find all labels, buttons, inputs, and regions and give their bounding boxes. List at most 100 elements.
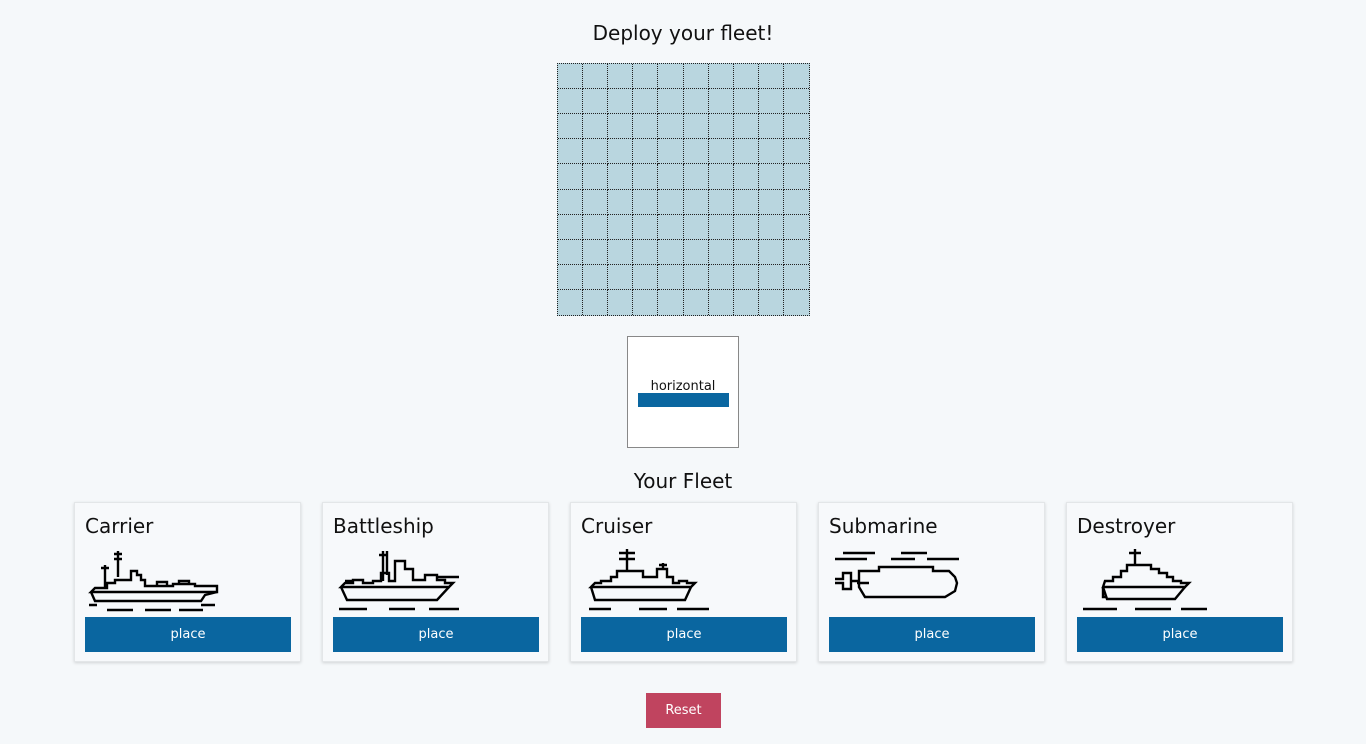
board-cell[interactable] [608,289,634,315]
board-cell[interactable] [583,189,609,215]
board-cell[interactable] [633,264,659,290]
board-cell[interactable] [758,189,784,215]
board-cell[interactable] [583,264,609,290]
board-cell[interactable] [758,64,784,90]
board-cell[interactable] [608,214,634,240]
board-cell[interactable] [683,264,709,290]
board-cell[interactable] [733,139,759,165]
board-cell[interactable] [608,164,634,190]
board-cell[interactable] [608,89,634,115]
board-cell[interactable] [758,114,784,140]
board-cell[interactable] [633,239,659,265]
board-cell[interactable] [558,214,584,240]
board-cell[interactable] [783,64,809,90]
board-cell[interactable] [583,139,609,165]
board-cell[interactable] [733,264,759,290]
board-cell[interactable] [558,64,584,90]
board-cell[interactable] [658,264,684,290]
board-cell[interactable] [708,189,734,215]
board-cell[interactable] [683,114,709,140]
board-cell[interactable] [783,164,809,190]
board-cell[interactable] [708,239,734,265]
board-cell[interactable] [633,189,659,215]
board-cell[interactable] [683,89,709,115]
board-cell[interactable] [683,214,709,240]
board-cell[interactable] [608,64,634,90]
board-cell[interactable] [683,239,709,265]
board-cell[interactable] [758,239,784,265]
board-cell[interactable] [558,89,584,115]
place-button[interactable]: place [581,617,787,652]
board-cell[interactable] [608,239,634,265]
board-cell[interactable] [733,89,759,115]
board-cell[interactable] [709,289,734,315]
board-cell[interactable] [558,164,584,190]
board-cell[interactable] [708,164,734,190]
board-cell[interactable] [633,64,659,90]
board-cell[interactable] [734,289,759,315]
orientation-toggle[interactable]: horizontal [627,336,739,448]
board-cell[interactable] [708,64,734,90]
place-button[interactable]: place [85,617,291,652]
place-button[interactable]: place [829,617,1035,652]
board-cell[interactable] [583,89,609,115]
board-cell[interactable] [758,89,784,115]
board-cell[interactable] [558,239,584,265]
board-cell[interactable] [783,215,809,240]
board-cell[interactable] [633,114,659,140]
board-cell[interactable] [558,264,584,290]
board-cell[interactable] [658,139,684,165]
board-cell[interactable] [658,64,684,90]
placement-board[interactable] [557,63,810,316]
board-cell[interactable] [583,239,609,265]
board-cell[interactable] [783,240,809,265]
board-cell[interactable] [558,114,584,140]
board-cell[interactable] [583,64,609,90]
board-cell[interactable] [733,214,759,240]
board-cell[interactable] [708,139,734,165]
board-cell[interactable] [708,214,734,240]
board-cell[interactable] [783,89,809,115]
board-cell[interactable] [658,289,684,315]
board-cell[interactable] [733,164,759,190]
board-cell[interactable] [683,139,709,165]
board-cell[interactable] [683,164,709,190]
board-cell[interactable] [558,139,584,165]
board-cell[interactable] [683,189,709,215]
board-cell[interactable] [558,289,584,315]
board-cell[interactable] [633,214,659,240]
place-button[interactable]: place [1077,617,1283,652]
board-cell[interactable] [708,89,734,115]
board-cell[interactable] [683,64,709,90]
reset-button[interactable]: Reset [646,693,721,728]
board-cell[interactable] [583,214,609,240]
board-cell[interactable] [759,289,784,315]
board-cell[interactable] [658,214,684,240]
board-cell[interactable] [658,164,684,190]
board-cell[interactable] [658,114,684,140]
board-cell[interactable] [758,214,784,240]
board-cell[interactable] [758,164,784,190]
board-cell[interactable] [633,289,659,315]
board-cell[interactable] [583,164,609,190]
board-cell[interactable] [783,114,809,140]
board-cell[interactable] [758,264,784,290]
board-cell[interactable] [784,290,809,315]
board-cell[interactable] [708,264,734,290]
board-cell[interactable] [608,114,634,140]
board-cell[interactable] [583,114,609,140]
board-cell[interactable] [783,190,809,215]
board-cell[interactable] [608,189,634,215]
board-cell[interactable] [633,164,659,190]
board-cell[interactable] [783,139,809,165]
board-cell[interactable] [733,239,759,265]
board-cell[interactable] [558,189,584,215]
place-button[interactable]: place [333,617,539,652]
board-cell[interactable] [608,264,634,290]
board-cell[interactable] [733,114,759,140]
board-cell[interactable] [633,89,659,115]
board-cell[interactable] [733,189,759,215]
board-cell[interactable] [733,64,759,90]
board-cell[interactable] [708,114,734,140]
board-cell[interactable] [608,139,634,165]
